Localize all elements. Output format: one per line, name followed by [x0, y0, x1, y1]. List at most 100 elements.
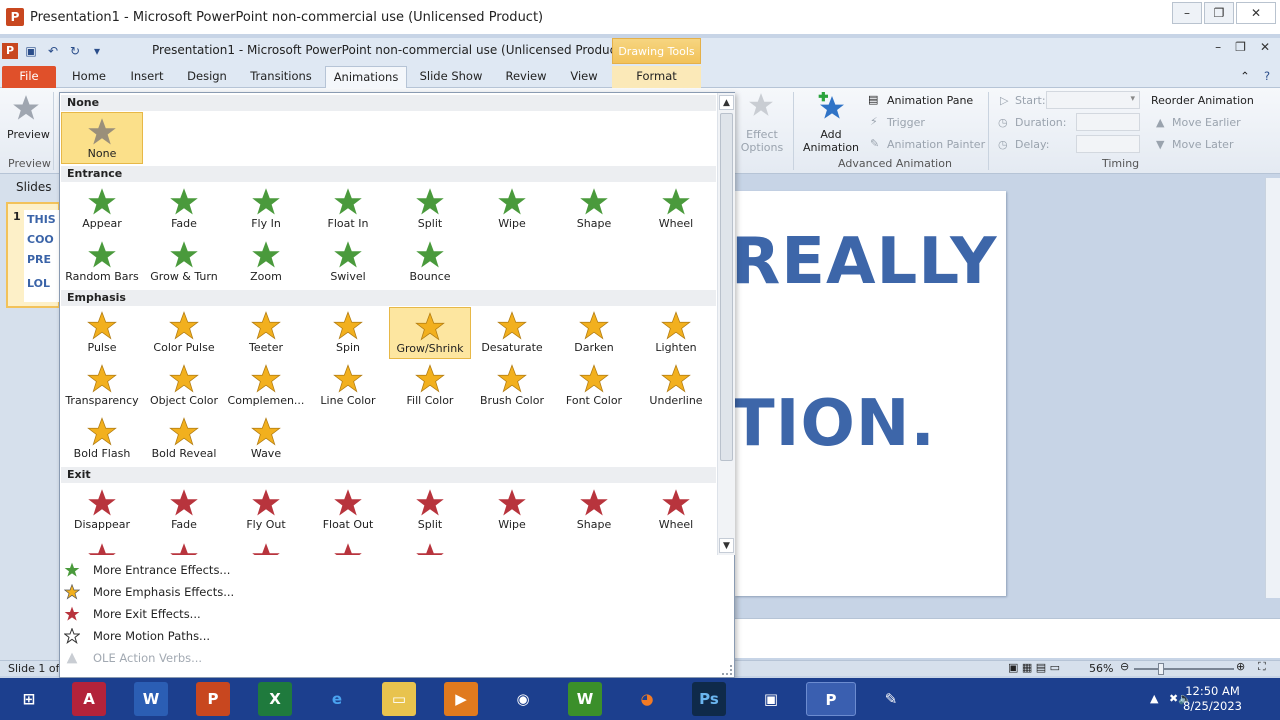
- entrance-appear[interactable]: Appear: [61, 183, 143, 235]
- emphasis-underline[interactable]: Underline: [635, 360, 717, 412]
- paint-taskbar-icon[interactable]: ✎: [874, 682, 908, 716]
- close-button[interactable]: ✕: [1236, 2, 1276, 24]
- emphasis-object-color[interactable]: Object Color: [143, 360, 225, 412]
- exit-partial-star-icon[interactable]: [225, 538, 307, 555]
- undo-icon[interactable]: ↶: [44, 42, 62, 60]
- tab-slide-show[interactable]: Slide Show: [416, 66, 486, 88]
- tab-file[interactable]: File: [2, 66, 56, 88]
- more-emphasis-effects[interactable]: More Emphasis Effects...: [60, 581, 734, 603]
- restore-button[interactable]: ❐: [1204, 2, 1234, 24]
- minimize-ribbon-icon[interactable]: ⌃: [1238, 66, 1252, 88]
- emphasis-bold-reveal[interactable]: Bold Reveal: [143, 413, 225, 465]
- emphasis-font-color[interactable]: Font Color: [553, 360, 635, 412]
- exit-split[interactable]: Split: [389, 484, 471, 536]
- customize-qat-icon[interactable]: ▾: [88, 42, 106, 60]
- entrance-fly-in[interactable]: Fly In: [225, 183, 307, 235]
- inner-restore-button[interactable]: ❐: [1235, 40, 1246, 54]
- slides-pane-label[interactable]: Slides: [16, 180, 52, 194]
- exit-shape[interactable]: Shape: [553, 484, 635, 536]
- start-dropdown[interactable]: ▾: [1046, 91, 1140, 109]
- preview-button[interactable]: Preview: [7, 128, 50, 141]
- tab-view[interactable]: View: [564, 66, 604, 88]
- exit-partial-star-icon[interactable]: [389, 538, 471, 555]
- chrome-taskbar-icon[interactable]: ◉: [506, 682, 540, 716]
- powerpoint-active-taskbar-icon[interactable]: P: [806, 682, 856, 716]
- scroll-thumb[interactable]: [720, 113, 733, 461]
- emphasis-color-pulse[interactable]: Color Pulse: [143, 307, 225, 359]
- effect-options-button[interactable]: Effect Options: [738, 128, 786, 154]
- entrance-fade[interactable]: Fade: [143, 183, 225, 235]
- entrance-bounce[interactable]: Bounce: [389, 236, 471, 288]
- exit-partial-star-icon[interactable]: [307, 538, 389, 555]
- duration-spinner[interactable]: [1076, 113, 1140, 131]
- word-taskbar-icon[interactable]: W: [134, 682, 168, 716]
- firefox-taskbar-icon[interactable]: ◕: [630, 682, 664, 716]
- emphasis-transparency[interactable]: Transparency: [61, 360, 143, 412]
- ppt-control-icon[interactable]: P: [2, 43, 18, 59]
- exit-fade[interactable]: Fade: [143, 484, 225, 536]
- scroll-down-icon[interactable]: ▼: [719, 538, 734, 553]
- games-taskbar-icon[interactable]: W: [568, 682, 602, 716]
- powerpoint-taskbar-icon[interactable]: P: [196, 682, 230, 716]
- tab-transitions[interactable]: Transitions: [246, 66, 316, 88]
- slide-text-line[interactable]: REALLY: [735, 225, 997, 299]
- tab-animations[interactable]: Animations: [325, 66, 407, 89]
- entrance-wheel[interactable]: Wheel: [635, 183, 717, 235]
- slide[interactable]: REALLY TION.: [735, 191, 1006, 596]
- emphasis-darken[interactable]: Darken: [553, 307, 635, 359]
- media-player-taskbar-icon[interactable]: ▶: [444, 682, 478, 716]
- powerpoint-app-icon[interactable]: P: [6, 8, 24, 26]
- zoom-in-icon[interactable]: ⊕: [1236, 660, 1245, 673]
- notes-pane[interactable]: [735, 618, 1280, 658]
- emphasis-teeter[interactable]: Teeter: [225, 307, 307, 359]
- tab-design[interactable]: Design: [182, 66, 232, 88]
- emphasis-line-color[interactable]: Line Color: [307, 360, 389, 412]
- animation-pane-button[interactable]: Animation Pane: [887, 94, 973, 107]
- more-motion-paths[interactable]: More Motion Paths...: [60, 625, 734, 647]
- more-exit-effects[interactable]: More Exit Effects...: [60, 603, 734, 625]
- exit-float-out[interactable]: Float Out: [307, 484, 389, 536]
- emphasis-pulse[interactable]: Pulse: [61, 307, 143, 359]
- entrance-wipe[interactable]: Wipe: [471, 183, 553, 235]
- move-later-button[interactable]: Move Later: [1172, 138, 1233, 151]
- tab-review[interactable]: Review: [500, 66, 552, 88]
- exit-disappear[interactable]: Disappear: [61, 484, 143, 536]
- tab-insert[interactable]: Insert: [124, 66, 170, 88]
- tab-format[interactable]: Format: [612, 66, 701, 88]
- move-earlier-button[interactable]: Move Earlier: [1172, 116, 1241, 129]
- preview-star-icon[interactable]: [12, 94, 40, 122]
- emphasis-complemen[interactable]: Complemen...: [225, 360, 307, 412]
- fit-slide-icon[interactable]: ⛶: [1258, 660, 1266, 674]
- file-explorer-taskbar-icon[interactable]: ▭: [382, 682, 416, 716]
- emphasis-fill-color[interactable]: Fill Color: [389, 360, 471, 412]
- minimize-button[interactable]: –: [1172, 2, 1202, 24]
- excel-taskbar-icon[interactable]: X: [258, 682, 292, 716]
- emphasis-grow-shrink[interactable]: Grow/Shrink: [389, 307, 471, 359]
- trigger-button[interactable]: Trigger: [887, 116, 925, 129]
- clock[interactable]: 12:50 AM 8/25/2023: [1183, 684, 1242, 714]
- delay-spinner[interactable]: [1076, 135, 1140, 153]
- computer-taskbar-icon[interactable]: ▣: [754, 682, 788, 716]
- zoom-slider[interactable]: [1134, 668, 1234, 670]
- more-entrance-effects[interactable]: More Entrance Effects...: [60, 559, 734, 581]
- emphasis-brush-color[interactable]: Brush Color: [471, 360, 553, 412]
- entrance-shape[interactable]: Shape: [553, 183, 635, 235]
- exit-partial-star-icon[interactable]: [61, 538, 143, 555]
- add-animation-button[interactable]: Add Animation: [800, 128, 862, 154]
- exit-partial-star-icon[interactable]: [143, 538, 225, 555]
- photoshop-taskbar-icon[interactable]: Ps: [692, 682, 726, 716]
- gallery-scrollbar[interactable]: ▲ ▼: [717, 93, 735, 555]
- zoom-level[interactable]: 56%: [1089, 662, 1113, 675]
- entrance-split[interactable]: Split: [389, 183, 471, 235]
- emphasis-lighten[interactable]: Lighten: [635, 307, 717, 359]
- save-icon[interactable]: ▣: [22, 42, 40, 60]
- scroll-up-icon[interactable]: ▲: [719, 95, 734, 110]
- start-button[interactable]: ⊞: [4, 682, 54, 716]
- emphasis-wave[interactable]: Wave: [225, 413, 307, 465]
- inner-minimize-button[interactable]: –: [1215, 40, 1221, 54]
- zoom-out-icon[interactable]: ⊖: [1120, 660, 1129, 673]
- slide-text-line[interactable]: TION.: [735, 387, 936, 461]
- emphasis-desaturate[interactable]: Desaturate: [471, 307, 553, 359]
- zoom-slider-thumb[interactable]: [1158, 663, 1164, 675]
- slide-thumbnail[interactable]: 1 THIS COO PRE LOL: [6, 202, 62, 308]
